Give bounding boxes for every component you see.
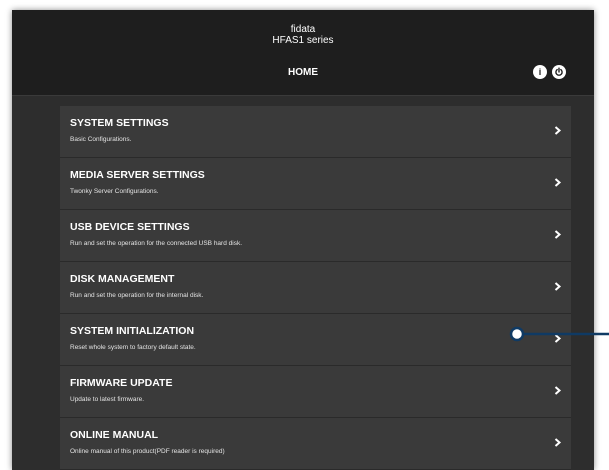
page-title: HOME [288, 67, 318, 78]
chevron-right-icon [554, 178, 562, 187]
menu-item-system-settings[interactable]: SYSTEM SETTINGS Basic Configurations. [60, 106, 571, 158]
menu-item-description: Basic Configurations. [70, 136, 132, 143]
menu-item-description: Update to latest firmware. [70, 396, 145, 403]
menu-item-firmware-update[interactable]: FIRMWARE UPDATE Update to latest firmwar… [60, 366, 571, 418]
chevron-right-icon [554, 386, 562, 395]
info-button[interactable]: i [533, 65, 547, 79]
chevron-right-icon [554, 126, 562, 135]
chevron-right-icon [554, 438, 562, 447]
info-icon: i [538, 67, 542, 77]
chevron-right-icon [554, 230, 562, 239]
menu-item-title: DISK MANAGEMENT [70, 273, 175, 285]
menu-item-title: MEDIA SERVER SETTINGS [70, 169, 205, 181]
menu-item-system-initialization[interactable]: SYSTEM INITIALIZATION Reset whole system… [60, 314, 571, 366]
chevron-right-icon [554, 282, 562, 291]
chevron-right-icon [554, 334, 562, 343]
brand: fidata HFAS1 series [12, 24, 594, 46]
menu-item-title: SYSTEM INITIALIZATION [70, 325, 195, 337]
menu-item-description: Run and set the operation for the connec… [70, 240, 242, 247]
menu-item-description: Run and set the operation for the intern… [70, 292, 204, 299]
menu-item-media-server-settings[interactable]: MEDIA SERVER SETTINGS Twonky Server Conf… [60, 158, 571, 210]
settings-menu: SYSTEM SETTINGS Basic Configurations. ME… [60, 106, 571, 470]
menu-item-title: SYSTEM SETTINGS [70, 117, 169, 129]
menu-item-disk-management[interactable]: DISK MANAGEMENT Run and set the operatio… [60, 262, 571, 314]
power-icon [555, 67, 563, 76]
menu-item-title: USB DEVICE SETTINGS [70, 221, 190, 233]
brand-name: fidata [290, 24, 316, 35]
header: fidata HFAS1 series HOME i [12, 10, 594, 96]
app-window: fidata HFAS1 series HOME i SYSTEM SETTIN… [12, 10, 594, 470]
power-button[interactable] [552, 65, 566, 79]
menu-item-online-manual[interactable]: ONLINE MANUAL Online manual of this prod… [60, 418, 571, 470]
menu-item-description: Online manual of this product(PDF reader… [70, 448, 225, 455]
menu-item-usb-device-settings[interactable]: USB DEVICE SETTINGS Run and set the oper… [60, 210, 571, 262]
brand-model: HFAS1 series [272, 35, 334, 46]
menu-item-title: ONLINE MANUAL [70, 429, 159, 441]
menu-item-title: FIRMWARE UPDATE [70, 377, 173, 389]
menu-item-description: Reset whole system to factory default st… [70, 344, 196, 351]
menu-item-description: Twonky Server Configurations. [70, 188, 159, 195]
